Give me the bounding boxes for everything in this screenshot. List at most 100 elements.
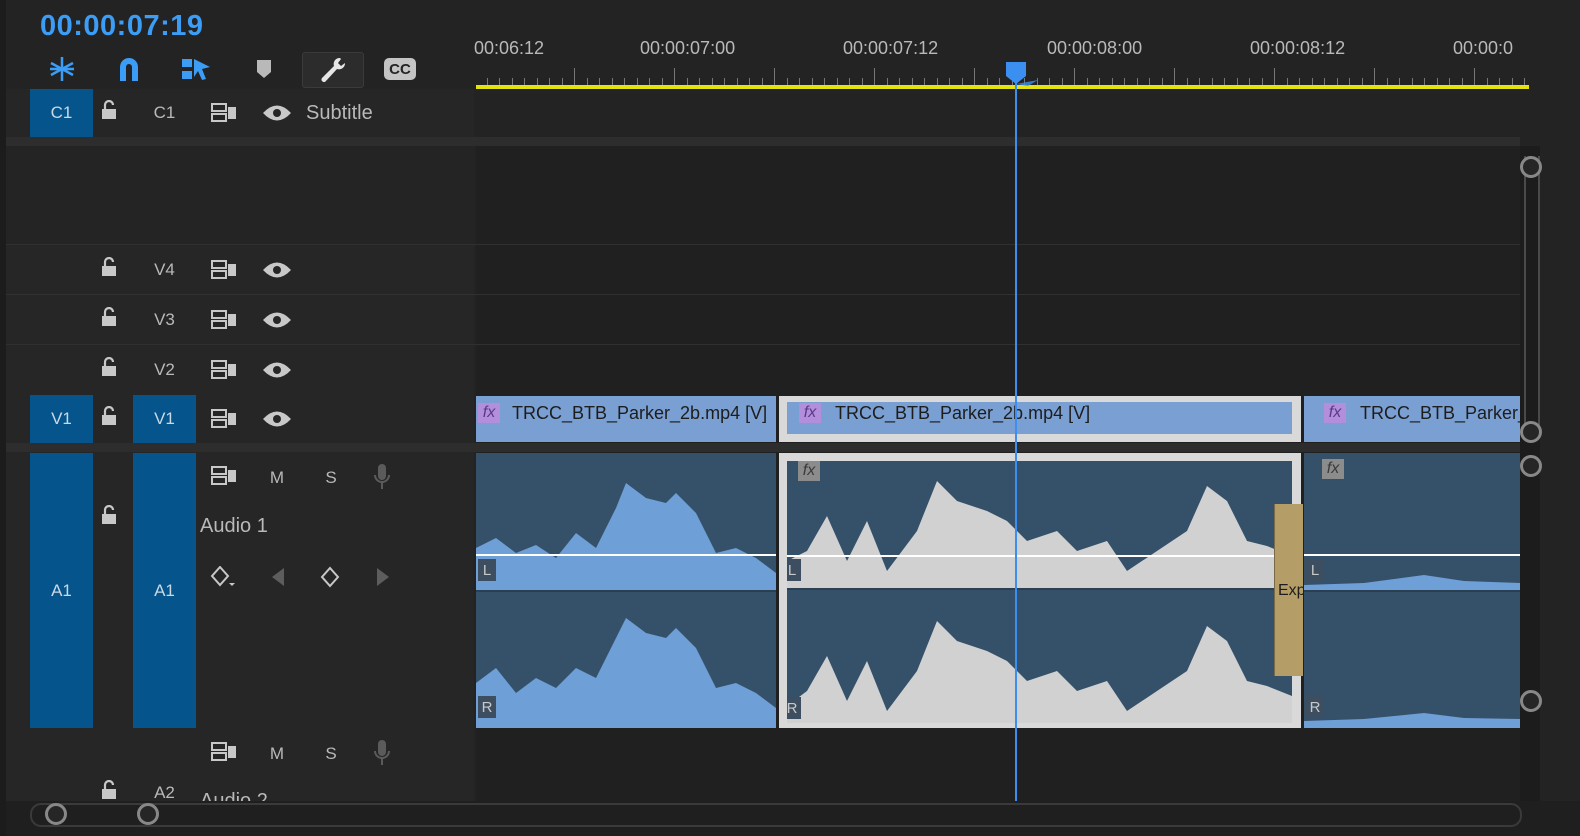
lock-icon[interactable] <box>100 307 118 327</box>
target-v3[interactable]: V3 <box>133 296 196 344</box>
track-name-audio2: Audio 2 <box>200 789 268 802</box>
playhead-line[interactable] <box>1015 75 1017 801</box>
target-v2[interactable]: V2 <box>133 346 196 394</box>
transition-label: Exp <box>1278 582 1303 599</box>
audio-clip-selected[interactable]: fx L R <box>779 453 1301 728</box>
eye-icon[interactable] <box>262 311 292 329</box>
mute-button[interactable]: M <box>266 466 288 490</box>
horizontal-scrollbar[interactable] <box>30 803 1522 827</box>
fx-badge: fx <box>799 403 821 423</box>
scroll-knob-top[interactable] <box>1520 156 1542 178</box>
clip-name: TRCC_BTB_Parker_2b.mp4 [V] <box>835 403 1091 423</box>
time-ruler[interactable] <box>476 30 1529 86</box>
clip-name: TRCC_BTB_Parker_2b.mp4 [V] <box>512 403 768 423</box>
lock-icon[interactable] <box>100 406 118 426</box>
sync-lock-icon[interactable] <box>211 742 237 762</box>
ruler-tick <box>1274 68 1275 86</box>
ruler-label: 00:00:07:12 <box>843 38 939 58</box>
target-c1[interactable]: C1 <box>133 89 196 137</box>
mute-button[interactable]: M <box>266 742 288 766</box>
linked-selection-icon[interactable] <box>176 52 216 86</box>
target-a1[interactable]: A1 <box>133 453 196 728</box>
microphone-icon[interactable] <box>373 463 391 491</box>
track-name-audio1: Audio 1 <box>200 514 268 537</box>
video-clip-selected[interactable]: fx TRCC_BTB_Parker_2b.mp4 [V] <box>779 396 1301 442</box>
divider <box>6 344 1520 345</box>
clip-name: TRCC_BTB_Parker_ <box>1360 403 1520 423</box>
fx-badge: fx <box>798 461 820 481</box>
snap-magnet-icon[interactable] <box>109 52 149 86</box>
sync-lock-icon[interactable] <box>211 360 237 380</box>
lock-icon[interactable] <box>100 100 118 120</box>
audio-clip[interactable]: fx L R <box>1304 453 1520 728</box>
lock-icon[interactable] <box>100 780 118 800</box>
lock-icon[interactable] <box>100 257 118 277</box>
divider <box>6 244 1520 245</box>
audio-waveform <box>476 483 776 728</box>
source-patch-c1[interactable]: C1 <box>30 89 93 137</box>
previous-keyframe-icon[interactable] <box>270 566 286 588</box>
keyframe-menu-icon[interactable] <box>210 566 236 588</box>
cc-label: CC <box>389 60 411 78</box>
eye-icon[interactable] <box>262 361 292 379</box>
ruler-tick <box>574 68 575 86</box>
caption-track-lane <box>476 89 1520 137</box>
next-keyframe-icon[interactable] <box>375 566 391 588</box>
ruler-label: 00:00:0 <box>1453 38 1514 58</box>
target-v4[interactable]: V4 <box>133 246 196 294</box>
zoom-scroll-knob-right[interactable] <box>137 803 159 825</box>
video-clip[interactable]: fx TRCC_BTB_Parker_2b.mp4 [V] <box>476 396 776 442</box>
target-a2[interactable]: A2 <box>133 780 196 801</box>
a2-header-clip: A2 Audio 2 <box>6 774 474 801</box>
ruler-label: 00:06:12 <box>474 38 545 58</box>
audio-transition[interactable]: Exp <box>1274 504 1303 676</box>
channel-right-label: R <box>478 696 496 718</box>
divider <box>6 443 1520 452</box>
microphone-icon[interactable] <box>373 739 391 767</box>
add-marker-icon[interactable] <box>244 52 284 86</box>
audio-scroll-knob-bottom[interactable] <box>1520 690 1542 712</box>
audio-scroll-knob-top[interactable] <box>1520 455 1542 477</box>
source-patch-v1[interactable]: V1 <box>30 395 93 443</box>
lock-icon[interactable] <box>100 505 118 525</box>
eye-icon[interactable] <box>262 104 292 122</box>
fx-badge: fx <box>1324 403 1346 423</box>
channel-left-label: L <box>787 559 801 581</box>
playhead-timecode[interactable]: 00:00:07:19 <box>40 10 204 43</box>
scroll-knob-bottom[interactable] <box>1520 421 1542 443</box>
empty-track-area <box>6 146 474 244</box>
sync-lock-icon[interactable] <box>211 409 237 429</box>
channel-right-label: R <box>787 697 801 719</box>
channel-left-label: L <box>478 559 496 581</box>
wrench-settings-icon[interactable] <box>302 52 364 88</box>
audio-clip[interactable]: L R <box>476 453 776 728</box>
eye-icon[interactable] <box>262 410 292 428</box>
ruler-label: 00:00:07:00 <box>640 38 736 58</box>
video-clip[interactable]: fx TRCC_BTB_Parker_ <box>1304 396 1520 442</box>
ruler-tick <box>1474 68 1475 86</box>
target-v1[interactable]: V1 <box>133 395 196 443</box>
nest-sequence-icon[interactable] <box>42 52 82 86</box>
sync-lock-icon[interactable] <box>211 103 237 123</box>
channel-right-label: R <box>1306 696 1324 718</box>
captions-cc-icon[interactable]: CC <box>380 52 420 86</box>
add-keyframe-icon[interactable] <box>320 566 340 588</box>
sync-lock-icon[interactable] <box>211 466 237 486</box>
audio-waveform <box>1304 554 1520 728</box>
ruler-tick <box>1174 68 1175 86</box>
channel-left-label: L <box>1306 559 1324 581</box>
fx-badge: fx <box>478 403 500 423</box>
sync-lock-icon[interactable] <box>211 310 237 330</box>
solo-button[interactable]: S <box>320 466 342 490</box>
source-patch-a1[interactable]: A1 <box>30 453 93 728</box>
zoom-scroll-knob-left[interactable] <box>45 803 67 825</box>
lock-icon[interactable] <box>100 357 118 377</box>
playhead-handle[interactable] <box>1004 62 1042 93</box>
solo-button[interactable]: S <box>320 742 342 766</box>
eye-icon[interactable] <box>262 261 292 279</box>
ruler-label: 00:00:08:00 <box>1047 38 1143 58</box>
ruler-label: 00:00:08:12 <box>1250 38 1346 58</box>
sync-lock-icon[interactable] <box>211 260 237 280</box>
ruler-tick <box>874 68 875 86</box>
ruler-tick <box>774 68 775 86</box>
